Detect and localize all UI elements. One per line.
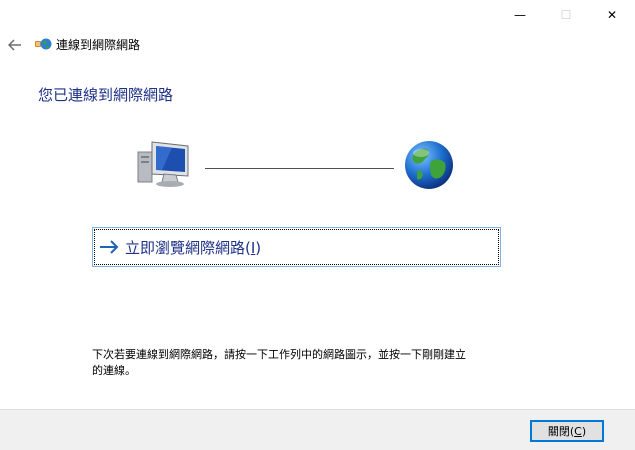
close-icon: ✕ [606, 8, 618, 22]
info-text: 下次若要連線到網際網路，請按一下工作列中的網路圖示，並按一下剛剛建立的連線。 [92, 348, 466, 377]
window-caption-buttons: — ☐ ✕ [497, 0, 635, 30]
browse-internet-label: 立即瀏覽網際網路(I) [125, 238, 262, 257]
maximize-icon: ☐ [560, 8, 572, 22]
minimize-button[interactable]: — [497, 0, 543, 30]
back-button[interactable] [4, 34, 26, 56]
page-title: 您已連線到網際網路 [38, 86, 174, 104]
close-window-button[interactable]: ✕ [589, 0, 635, 30]
right-arrow-icon [100, 240, 119, 254]
back-arrow-icon [8, 39, 21, 51]
close-button[interactable]: 關閉(C) [530, 420, 604, 442]
globe-icon [405, 141, 453, 189]
window-title: 連線到網際網路 [56, 38, 141, 52]
footer-bar: 關閉(C) [0, 409, 635, 450]
connection-line [205, 168, 394, 169]
maximize-button: ☐ [543, 0, 589, 30]
minimize-icon: — [514, 8, 526, 22]
computer-icon [137, 141, 189, 187]
browse-internet-link[interactable]: 立即瀏覽網際網路(I) [92, 227, 501, 267]
network-globe-icon [35, 38, 52, 50]
